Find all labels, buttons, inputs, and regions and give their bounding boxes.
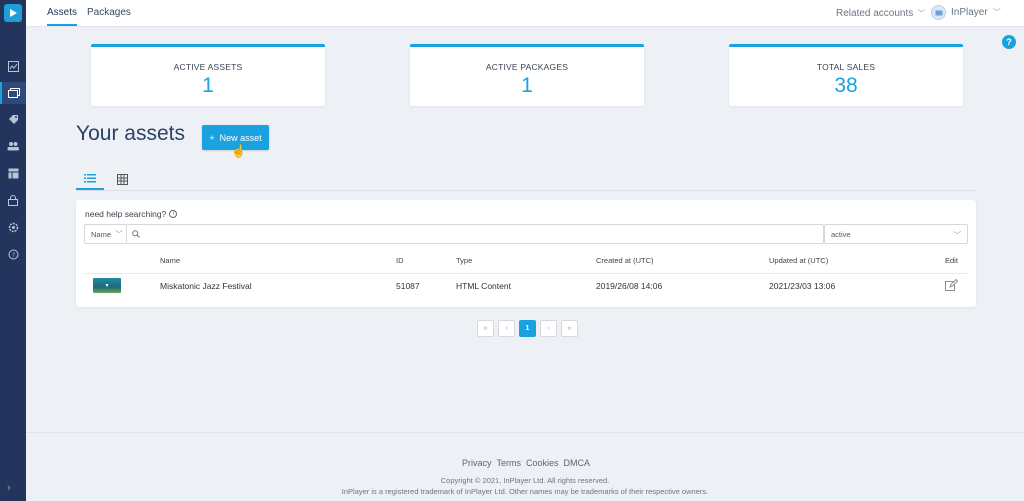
column-header-created[interactable]: Created at (UTC) xyxy=(596,256,654,265)
stat-label: ACTIVE PACKAGES xyxy=(485,62,569,72)
logo-icon[interactable] xyxy=(4,4,22,22)
divider xyxy=(84,273,968,274)
assets-icon[interactable] xyxy=(0,82,26,104)
column-header-id[interactable]: ID xyxy=(396,256,404,265)
users-icon[interactable] xyxy=(0,135,26,157)
plus-icon: + xyxy=(209,132,215,143)
asset-id: 51087 xyxy=(396,281,420,291)
status-select-value: active xyxy=(831,229,851,239)
search-help-label: need help searching? xyxy=(85,209,167,219)
search-field-select[interactable]: Name ﹀ xyxy=(84,224,127,244)
column-header-updated[interactable]: Updated at (UTC) xyxy=(769,256,828,265)
search-icon xyxy=(132,230,140,238)
settings-icon[interactable] xyxy=(0,216,26,238)
next-page-button[interactable]: › xyxy=(540,320,557,337)
prev-page-button[interactable]: ‹ xyxy=(498,320,515,337)
user-menu[interactable]: InPlayer ﹀ xyxy=(931,5,1001,20)
top-bar: Assets Packages Related accounts ﹀ InPla… xyxy=(26,0,1024,27)
chevron-down-icon: ﹀ xyxy=(917,9,926,18)
search-field-value: Name xyxy=(91,229,112,239)
help-icon[interactable]: ? xyxy=(0,243,26,265)
footer-divider xyxy=(26,432,1024,433)
analytics-icon[interactable] xyxy=(0,55,26,77)
chevron-down-icon: ﹀ xyxy=(953,231,961,240)
list-view-icon[interactable] xyxy=(76,168,104,190)
lock-icon[interactable] xyxy=(0,189,26,211)
asset-type: HTML Content xyxy=(456,281,511,291)
reports-icon[interactable] xyxy=(0,162,26,184)
divider xyxy=(76,190,976,191)
grid-view-icon[interactable] xyxy=(112,168,132,190)
related-accounts-label: Related accounts xyxy=(836,8,914,19)
footer-link-dmca[interactable]: DMCA xyxy=(564,458,591,468)
stat-value: 1 xyxy=(202,74,214,97)
page-button-current[interactable]: 1 xyxy=(519,320,536,337)
help-button[interactable]: ? xyxy=(1002,35,1016,49)
trademark-text: InPlayer is a registered trademark of In… xyxy=(341,487,709,496)
stat-card-active-assets: ACTIVE ASSETS 1 xyxy=(91,44,325,106)
footer-link-privacy[interactable]: Privacy xyxy=(462,458,492,468)
last-page-button[interactable]: » xyxy=(561,320,578,337)
footer-links: Privacy Terms Cookies DMCA xyxy=(462,458,590,468)
status-select[interactable]: active ﹀ xyxy=(824,224,968,244)
edit-icon[interactable] xyxy=(945,278,959,296)
column-header-type[interactable]: Type xyxy=(456,256,472,265)
avatar xyxy=(931,5,946,20)
footer-link-terms[interactable]: Terms xyxy=(497,458,522,468)
asset-updated: 2021/23/03 13:06 xyxy=(769,281,836,291)
first-page-button[interactable]: « xyxy=(477,320,494,337)
pagination: « ‹ 1 › » xyxy=(477,320,578,337)
assets-panel: need help searching? i Name ﹀ active ﹀ N… xyxy=(76,200,976,307)
chevron-down-icon: ﹀ xyxy=(115,229,124,239)
footer-link-cookies[interactable]: Cookies xyxy=(526,458,559,468)
column-header-name[interactable]: Name xyxy=(160,256,180,265)
info-icon[interactable]: i xyxy=(169,210,178,218)
chevron-down-icon: ﹀ xyxy=(992,8,1001,17)
stat-value: 38 xyxy=(834,74,858,97)
tag-icon[interactable] xyxy=(0,108,26,130)
search-input[interactable] xyxy=(144,229,814,239)
svg-text:?: ? xyxy=(11,252,14,259)
search-box xyxy=(127,224,824,244)
page-title: Your assets xyxy=(76,122,185,145)
related-accounts-dropdown[interactable]: Related accounts ﹀ xyxy=(836,8,925,19)
search-help[interactable]: need help searching? i xyxy=(85,209,178,219)
tab-packages[interactable]: Packages xyxy=(87,7,131,24)
stat-label: TOTAL SALES xyxy=(816,62,876,72)
user-name: InPlayer xyxy=(951,7,988,18)
stat-label: ACTIVE ASSETS xyxy=(173,62,243,72)
tab-assets[interactable]: Assets xyxy=(47,7,78,26)
asset-thumbnail[interactable]: ▾ xyxy=(93,278,121,293)
new-asset-label: New asset xyxy=(219,132,262,143)
column-header-edit: Edit xyxy=(945,256,958,265)
stat-value: 1 xyxy=(521,74,533,97)
asset-created: 2019/26/08 14:06 xyxy=(596,281,663,291)
expand-sidebar-icon[interactable]: › xyxy=(7,482,11,494)
copyright-text: Copyright © 2021, InPlayer Ltd. All righ… xyxy=(440,476,610,485)
stat-card-active-packages: ACTIVE PACKAGES 1 xyxy=(410,44,644,106)
asset-name[interactable]: Miskatonic Jazz Festival xyxy=(160,281,252,291)
sidebar: ? › xyxy=(0,0,26,501)
stat-card-total-sales: TOTAL SALES 38 xyxy=(729,44,963,106)
cursor-icon: ☝ xyxy=(231,144,246,158)
